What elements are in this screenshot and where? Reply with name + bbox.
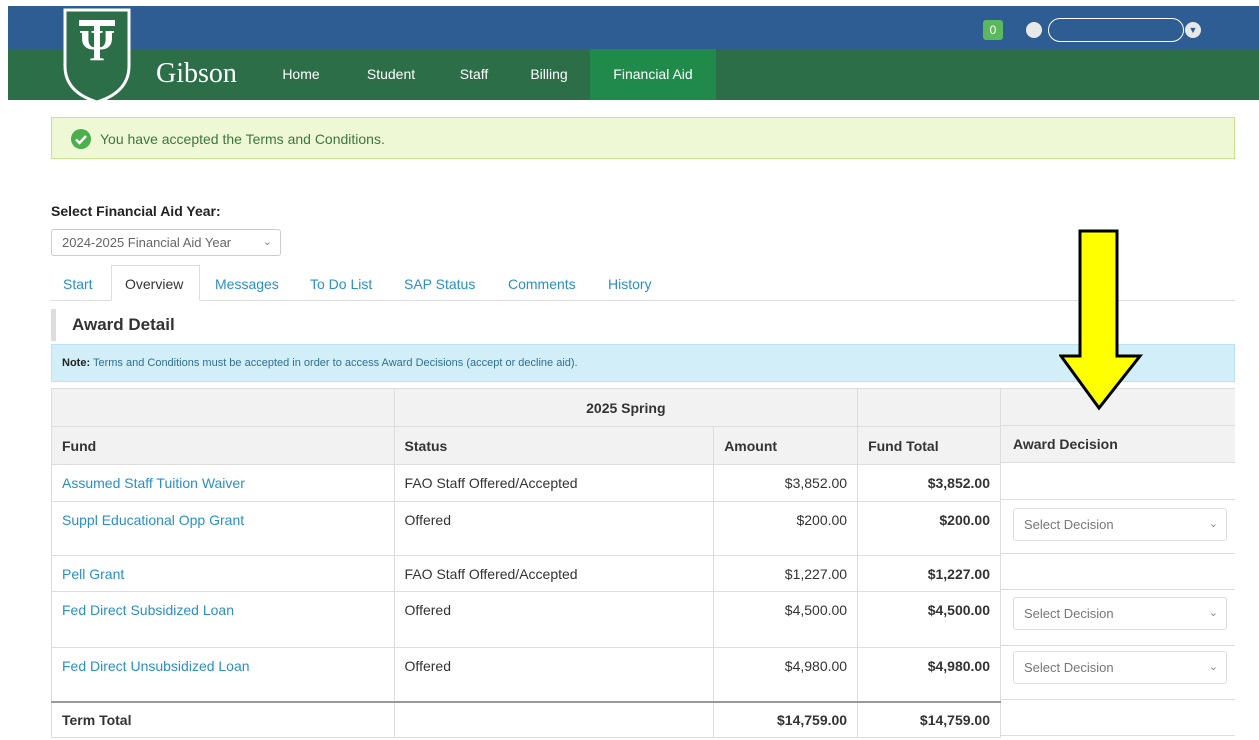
fund-link[interactable]: Assumed Staff Tuition Waiver bbox=[62, 475, 245, 491]
decision-cell bbox=[1001, 554, 1235, 590]
decision-cell bbox=[1001, 700, 1235, 736]
decision-select-value: Select Decision bbox=[1024, 517, 1114, 532]
empty-cell bbox=[857, 388, 1001, 427]
amount-cell: $4,500.00 bbox=[713, 591, 859, 648]
col-award-decision: Award Decision bbox=[1013, 436, 1118, 452]
fund-total-cell: $4,980.00 bbox=[857, 647, 1001, 702]
status-cell: Offered bbox=[393, 501, 715, 556]
amount-cell: $1,227.00 bbox=[713, 555, 859, 592]
brand-name[interactable]: Gibson bbox=[156, 58, 237, 90]
empty-cell bbox=[393, 701, 715, 738]
chevron-down-icon[interactable]: ▼ bbox=[1185, 22, 1201, 38]
tabs-divider bbox=[51, 300, 1235, 301]
decision-cell bbox=[1001, 463, 1235, 500]
tab-sap-status[interactable]: SAP Status bbox=[404, 276, 475, 292]
status-cell: FAO Staff Offered/Accepted bbox=[393, 555, 715, 592]
decision-cell: Select Decision ⌄ bbox=[1001, 590, 1235, 646]
col-fund-total: Fund Total bbox=[857, 426, 1001, 465]
table-row: Pell Grant FAO Staff Offered/Accepted $1… bbox=[51, 555, 1001, 592]
note-prefix: Note: bbox=[62, 357, 91, 369]
notification-badge[interactable]: 0 bbox=[983, 20, 1003, 40]
section-header: Award Detail bbox=[51, 309, 1235, 341]
decision-cell: Select Decision ⌄ bbox=[1001, 646, 1235, 700]
term-total-label: Term Total bbox=[51, 701, 395, 738]
table-row: Assumed Staff Tuition Waiver FAO Staff O… bbox=[51, 464, 1001, 502]
fund-total-cell: $4,500.00 bbox=[857, 591, 1001, 648]
year-select-value: 2024-2025 Financial Aid Year bbox=[62, 235, 232, 250]
nav-financial-aid[interactable]: Financial Aid bbox=[590, 49, 716, 100]
tab-overview[interactable]: Overview bbox=[111, 265, 200, 301]
section-title: Award Detail bbox=[72, 315, 175, 334]
fund-total-cell: $3,852.00 bbox=[857, 464, 1001, 502]
table-row: Fed Direct Unsubsidized Loan Offered $4,… bbox=[51, 647, 1001, 702]
university-logo: Ψ bbox=[63, 8, 131, 104]
status-cell: Offered bbox=[393, 591, 715, 648]
table-row: Fed Direct Subsidized Loan Offered $4,50… bbox=[51, 591, 1001, 648]
chevron-down-icon: ⌄ bbox=[262, 236, 272, 248]
term-header-row: 2025 Spring bbox=[51, 388, 1001, 427]
check-circle-icon bbox=[71, 129, 91, 149]
award-decision-select[interactable]: Select Decision ⌄ bbox=[1013, 651, 1227, 684]
status-cell: Offered bbox=[393, 647, 715, 702]
table-row: Suppl Educational Opp Grant Offered $200… bbox=[51, 501, 1001, 556]
chevron-down-icon: ⌄ bbox=[1208, 661, 1218, 673]
fund-link[interactable]: Fed Direct Unsubsidized Loan bbox=[62, 658, 250, 674]
award-decision-select[interactable]: Select Decision ⌄ bbox=[1013, 597, 1227, 630]
decision-select-value: Select Decision bbox=[1024, 660, 1114, 675]
nav-billing[interactable]: Billing bbox=[520, 49, 578, 100]
column-header-row: Fund Status Amount Fund Total bbox=[51, 426, 1001, 465]
avatar bbox=[1026, 22, 1042, 38]
user-menu[interactable] bbox=[1026, 18, 1186, 42]
fund-link[interactable]: Pell Grant bbox=[62, 566, 124, 582]
decision-select-value: Select Decision bbox=[1024, 606, 1114, 621]
empty-cell bbox=[51, 388, 395, 427]
chevron-down-icon: ⌄ bbox=[1208, 607, 1218, 619]
tab-messages[interactable]: Messages bbox=[215, 276, 279, 292]
fund-total-cell: $1,227.00 bbox=[857, 555, 1001, 592]
decision-cell: Select Decision ⌄ bbox=[1001, 500, 1235, 554]
tab-start[interactable]: Start bbox=[63, 276, 93, 292]
award-decision-select[interactable]: Select Decision ⌄ bbox=[1013, 508, 1227, 541]
fund-link[interactable]: Suppl Educational Opp Grant bbox=[62, 512, 244, 528]
note-text: Terms and Conditions must be accepted in… bbox=[90, 357, 578, 369]
amount-cell: $4,980.00 bbox=[713, 647, 859, 702]
col-status: Status bbox=[393, 426, 715, 465]
term-header: 2025 Spring bbox=[393, 388, 859, 427]
nav-student[interactable]: Student bbox=[355, 49, 427, 100]
tab-to-do-list[interactable]: To Do List bbox=[310, 276, 372, 292]
top-bar: 0 ▼ bbox=[8, 6, 1259, 49]
col-fund: Fund bbox=[51, 426, 395, 465]
user-name-pill bbox=[1048, 18, 1184, 42]
amount-cell: $3,852.00 bbox=[713, 464, 859, 502]
award-table: 2025 Spring Fund Status Amount Fund Tota… bbox=[51, 388, 1001, 738]
tab-history[interactable]: History bbox=[608, 276, 652, 292]
fund-total-cell: $200.00 bbox=[857, 501, 1001, 556]
chevron-down-icon: ⌄ bbox=[1208, 518, 1218, 530]
alert-message: You have accepted the Terms and Conditio… bbox=[100, 131, 385, 147]
year-label: Select Financial Aid Year: bbox=[51, 203, 221, 219]
tab-comments[interactable]: Comments bbox=[508, 276, 576, 292]
amount-cell: $200.00 bbox=[713, 501, 859, 556]
nav-home[interactable]: Home bbox=[270, 49, 332, 100]
status-cell: FAO Staff Offered/Accepted bbox=[393, 464, 715, 502]
fund-link[interactable]: Fed Direct Subsidized Loan bbox=[62, 602, 234, 618]
year-select[interactable]: 2024-2025 Financial Aid Year ⌄ bbox=[51, 229, 281, 256]
col-amount: Amount bbox=[713, 426, 859, 465]
success-alert: You have accepted the Terms and Conditio… bbox=[51, 117, 1235, 159]
nav-staff[interactable]: Staff bbox=[449, 49, 499, 100]
term-total-amount: $14,759.00 bbox=[713, 701, 859, 738]
info-note: Note: Terms and Conditions must be accep… bbox=[51, 344, 1235, 382]
col-award-decision-cell: Award Decision bbox=[1001, 426, 1235, 463]
term-total-row: Term Total $14,759.00 $14,759.00 bbox=[51, 701, 1001, 738]
yellow-arrow-annotation bbox=[1059, 229, 1143, 411]
term-total-fund-total: $14,759.00 bbox=[857, 701, 1001, 738]
